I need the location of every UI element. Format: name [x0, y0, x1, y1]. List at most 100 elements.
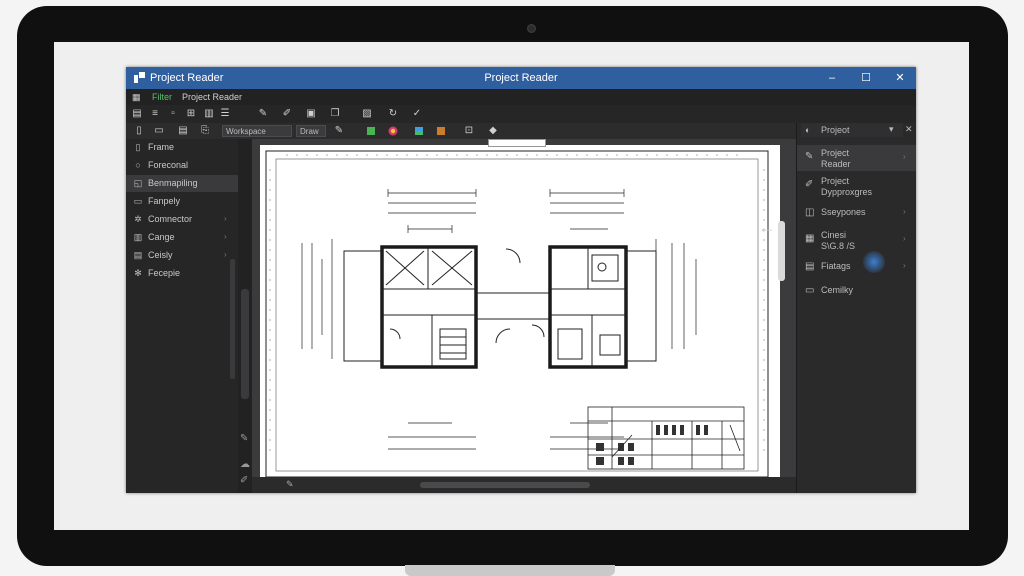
panel-item-project-reader[interactable]: ✎ Project Reader ›: [797, 145, 916, 171]
panel-item-fiatags[interactable]: ▤ Fiatags ›: [797, 257, 916, 277]
image-icon[interactable]: [436, 126, 446, 136]
magic-tool-icon[interactable]: ✓: [410, 107, 424, 121]
panel-item-subtitle: Dypproxgres: [821, 187, 873, 197]
workspace-select[interactable]: Workspace: [222, 125, 292, 137]
print-icon[interactable]: ▤: [176, 124, 190, 138]
draw-select[interactable]: Draw: [296, 125, 326, 137]
panel-item-title: Sseypones: [821, 207, 866, 217]
sidebar-item-label: Comnector: [148, 214, 193, 224]
panel-splitter[interactable]: [778, 221, 785, 281]
panel-tool-icon[interactable]: ▥: [202, 107, 216, 121]
panel-item-subtitle: S\G.8 /S: [821, 241, 856, 251]
chevron-right-icon: ›: [903, 207, 906, 216]
close-panel-icon[interactable]: ✕: [905, 124, 913, 135]
settings-icon: ✻: [134, 268, 142, 278]
brush-icon[interactable]: ✐: [240, 475, 248, 486]
horizontal-scrollbar-thumb[interactable]: [420, 482, 590, 488]
green-cube-icon[interactable]: [366, 126, 376, 136]
panel-item-cemilky[interactable]: ▭ Cemilky: [797, 281, 916, 301]
sidebar-item-fanpely[interactable]: ▭ Fanpely: [126, 193, 238, 210]
folder-icon: ▭: [805, 285, 815, 296]
sidebar-item-label: Ceisly: [148, 250, 173, 260]
menu-bar: ▦ Filter Project Reader: [126, 89, 916, 105]
stack-tool-icon[interactable]: ≡: [148, 107, 162, 121]
minimize-button[interactable]: –: [824, 70, 840, 86]
brush-icon: ✐: [805, 179, 814, 190]
sidebar-item-benmapiling[interactable]: ◱ Benmapiling: [126, 175, 238, 192]
list-tool-icon[interactable]: ☰: [218, 107, 232, 121]
collapse-arrow-icon[interactable]: ←: [758, 217, 776, 238]
flame-icon[interactable]: ◆: [486, 124, 500, 138]
right-panel: ◐ Projeot ▾ ✕ ✎ Project Reader › ✐ Proje…: [796, 123, 916, 493]
drawing-canvas[interactable]: [252, 139, 796, 479]
close-button[interactable]: ✕: [892, 70, 908, 86]
dropdown-label: Projeot: [821, 125, 850, 135]
sidebar-item-label: Foreconal: [148, 160, 189, 170]
panel-item-title: Cemilky: [821, 285, 854, 295]
edit-icon[interactable]: ✎: [286, 479, 294, 490]
grid-icon: ▤: [805, 261, 815, 272]
layers-tool-icon[interactable]: ▤: [130, 107, 144, 121]
canvas-ruler: [488, 139, 546, 147]
sidebar-item-foreconal[interactable]: ○ Foreconal: [126, 157, 238, 174]
pencil-icon[interactable]: ✎: [332, 124, 346, 138]
brush-tool-icon[interactable]: ✐: [280, 107, 294, 121]
image-tool-icon[interactable]: ▨: [360, 107, 374, 121]
dropdown-icon: ◐: [805, 125, 811, 135]
circle-icon: ○: [135, 160, 141, 170]
gear-icon: ✲: [134, 214, 142, 224]
menu-item-project-reader[interactable]: Project Reader: [182, 92, 242, 102]
palette-icon[interactable]: [414, 126, 424, 136]
webcam: [527, 24, 536, 33]
panel-item-title: Project: [821, 148, 850, 158]
vertical-scrollbar[interactable]: [241, 289, 249, 399]
pen-tool-icon[interactable]: ✎: [256, 107, 270, 121]
layers-icon: ◱: [133, 178, 143, 188]
cloud-icon[interactable]: ☁: [240, 459, 250, 470]
new-file-icon[interactable]: ▯: [132, 124, 146, 138]
view-tool-icon[interactable]: ▫: [166, 107, 180, 121]
sidebar-item-label: Fecepie: [148, 268, 181, 278]
rotate-tool-icon[interactable]: ↻: [386, 107, 400, 121]
window-title: Project Reader: [484, 72, 558, 84]
save-tool-icon[interactable]: ▣: [304, 107, 318, 121]
sidebar-item-label: Fanpely: [148, 196, 181, 206]
title-bar: Project Reader Project Reader – ☐ ✕: [126, 67, 916, 89]
pin-icon[interactable]: ✎: [240, 433, 248, 444]
panel-item-project-progress[interactable]: ✐ Project Dypproxgres: [797, 173, 916, 199]
chevron-right-icon: ›: [224, 214, 227, 223]
sidebar-item-fecepie[interactable]: ✻ Fecepie: [126, 265, 238, 282]
panel-item-sseypones[interactable]: ◫ Sseypones ›: [797, 203, 916, 223]
sidebar: ▯ Frame ○ Foreconal ◱ Benmapiling ▭ Fanp…: [126, 139, 238, 493]
copy-tool-icon[interactable]: ❐: [328, 107, 342, 121]
panel-item-subtitle: Reader: [821, 159, 851, 169]
layers-icon: ◫: [805, 207, 815, 218]
menu-item-filter[interactable]: Filter: [152, 92, 172, 102]
tool-bar-primary: ▤ ≡ ▫ ⊞ ▥ ☰ ✎ ✐ ▣ ❐ ▨ ↻ ✓: [126, 105, 916, 123]
panel-item-title: Project: [821, 176, 850, 186]
chevron-down-icon: ▾: [889, 124, 894, 134]
export-icon[interactable]: ⎘: [198, 124, 212, 138]
vertical-tool-strip: ✎ ☁ ✐: [238, 139, 252, 493]
chart-icon: ▥: [133, 232, 143, 242]
maximize-button[interactable]: ☐: [858, 70, 874, 86]
panel-item-cinesi[interactable]: ▦ Cinesi S\G.8 /S ›: [797, 227, 916, 253]
project-dropdown[interactable]: ◐ Projeot ▾: [801, 123, 903, 137]
sidebar-item-comnector[interactable]: ✲ Comnector ›: [126, 211, 238, 228]
menu-icon-grid[interactable]: ▦: [132, 92, 141, 103]
chevron-right-icon: ›: [224, 232, 227, 241]
grid-icon: ▦: [805, 233, 815, 244]
open-file-icon[interactable]: ▭: [152, 124, 166, 138]
sidebar-item-ceisly[interactable]: ▤ Ceisly ›: [126, 247, 238, 264]
color-wheel-icon[interactable]: [388, 126, 398, 136]
sidebar-item-label: Benmapiling: [148, 178, 198, 188]
sidebar-scrollbar[interactable]: [230, 259, 235, 379]
horizontal-scrollbar-area: ✎: [252, 477, 796, 493]
crop-icon[interactable]: ⊡: [462, 124, 476, 138]
chevron-right-icon: ›: [903, 261, 906, 270]
sidebar-item-cange[interactable]: ▥ Cange ›: [126, 229, 238, 246]
sidebar-item-label: Cange: [148, 232, 175, 242]
grid-icon: ▤: [133, 250, 143, 260]
grid-tool-icon[interactable]: ⊞: [184, 107, 198, 121]
sidebar-item-frame[interactable]: ▯ Frame: [126, 139, 238, 156]
